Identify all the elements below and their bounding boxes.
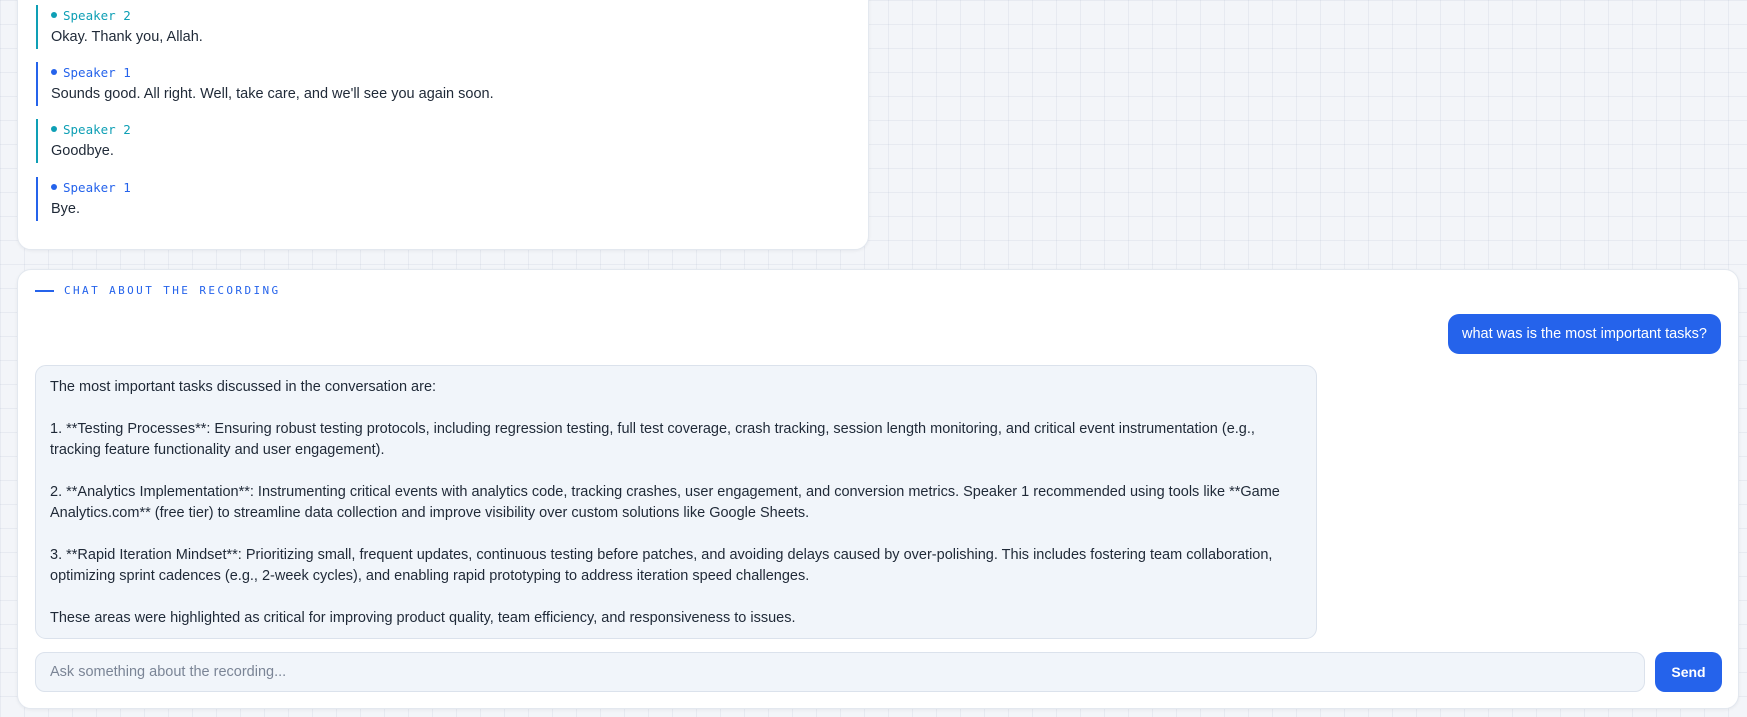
speaker-tag: Speaker 2 [51,6,836,24]
assistant-message-bubble: The most important tasks discussed in th… [35,365,1317,639]
assistant-paragraph: The most important tasks discussed in th… [50,379,437,395]
transcript-utterance: Speaker 1 Bye. [36,177,836,221]
assistant-paragraph: These areas were highlighted as critical… [50,610,796,626]
transcript-utterance: Speaker 2 Okay. Thank you, Allah. [36,5,836,49]
transcript-utterance: Speaker 2 Goodbye. [36,119,836,163]
speaker-tag: Speaker 1 [51,63,836,81]
utterance-text: Bye. [51,201,81,217]
chat-input[interactable] [35,652,1645,692]
speaker-dot-icon [51,12,57,18]
chat-section-title: CHAT ABOUT THE RECORDING [64,284,281,297]
speaker-name: Speaker 1 [63,64,131,80]
assistant-paragraph: 1. **Testing Processes**: Ensuring robus… [50,421,1255,458]
transcript-utterance: Speaker 1 Sounds good. All right. Well, … [36,62,836,106]
speaker-tag: Speaker 2 [51,120,836,138]
speaker-dot-icon [51,126,57,132]
assistant-paragraph: 2. **Analytics Implementation**: Instrum… [50,484,1280,521]
chat-panel: CHAT ABOUT THE RECORDING what was is the… [17,269,1739,709]
send-button[interactable]: Send [1655,652,1722,692]
assistant-paragraph: 3. **Rapid Iteration Mindset**: Prioriti… [50,547,1273,584]
utterance-text: Okay. Thank you, Allah. [51,29,203,45]
chat-section-label: CHAT ABOUT THE RECORDING [35,284,281,297]
speaker-name: Speaker 1 [63,179,131,195]
speaker-name: Speaker 2 [63,7,131,23]
chat-input-row: Send [35,652,1722,692]
speaker-dot-icon [51,184,57,190]
label-rule [35,289,54,292]
transcript-panel: Speaker 2 Okay. Thank you, Allah. Speake… [17,0,869,250]
user-message-bubble: what was is the most important tasks? [1448,314,1721,354]
utterance-text: Sounds good. All right. Well, take care,… [51,86,494,102]
utterance-text: Goodbye. [51,143,114,159]
speaker-name: Speaker 2 [63,121,131,137]
speaker-tag: Speaker 1 [51,178,836,196]
speaker-dot-icon [51,69,57,75]
